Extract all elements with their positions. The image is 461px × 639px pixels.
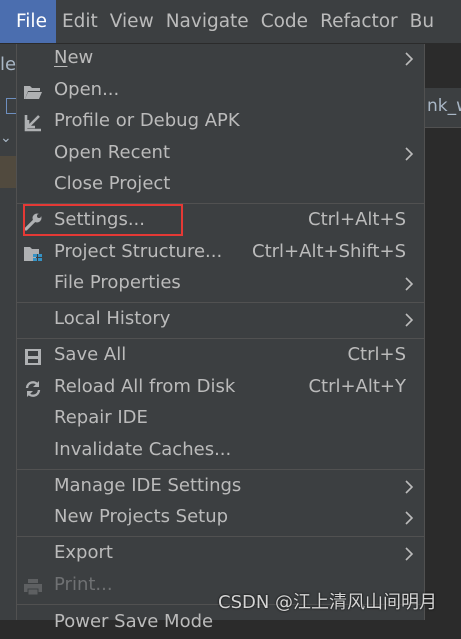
save-icon bbox=[25, 349, 41, 365]
file-menu-dropdown: New Open... Profile or Debug APK Open Re… bbox=[16, 44, 425, 632]
menu-item-label: New Projects Setup bbox=[54, 506, 229, 527]
menu-item-open-recent[interactable]: Open Recent bbox=[17, 139, 424, 170]
menu-code[interactable]: Code bbox=[255, 0, 314, 43]
editor-area bbox=[425, 44, 461, 620]
menu-item-repair-ide[interactable]: Repair IDE bbox=[17, 404, 424, 435]
menu-item-new[interactable]: New bbox=[17, 44, 424, 75]
menu-item-label: Open Recent bbox=[54, 142, 171, 163]
menu-item-local-history[interactable]: Local History bbox=[17, 305, 424, 336]
menu-item-label: Reload All from Disk bbox=[54, 376, 236, 397]
submenu-arrow-icon bbox=[405, 313, 414, 327]
project-panel-text: le bbox=[0, 54, 17, 75]
submenu-arrow-icon bbox=[405, 52, 414, 66]
editor-tab-label[interactable]: nk_w bbox=[427, 96, 461, 116]
chevron-down-icon: ⌄ bbox=[0, 130, 12, 146]
menu-navigate[interactable]: Navigate bbox=[160, 0, 255, 43]
menu-item-close-project[interactable]: Close Project bbox=[17, 170, 424, 201]
submenu-arrow-icon bbox=[405, 547, 414, 561]
menu-item-label: Power Save Mode bbox=[54, 611, 214, 632]
menu-item-manage-ide-settings[interactable]: Manage IDE Settings bbox=[17, 472, 424, 503]
menu-item-invalidate-caches[interactable]: Invalidate Caches... bbox=[17, 436, 424, 467]
menu-item-label: Save All bbox=[54, 344, 127, 365]
menu-item-open[interactable]: Open... bbox=[17, 76, 424, 107]
menu-item-label: Close Project bbox=[54, 173, 171, 194]
printer-icon bbox=[24, 579, 42, 596]
menu-separator bbox=[17, 469, 424, 470]
menu-item-profile-debug-apk[interactable]: Profile or Debug APK bbox=[17, 107, 424, 138]
watermark: CSDN @江上清风山间明月 bbox=[218, 592, 438, 613]
menu-item-label: Invalidate Caches... bbox=[54, 439, 232, 460]
import-arrow-icon bbox=[24, 115, 41, 132]
submenu-arrow-icon bbox=[405, 277, 414, 291]
menu-item-export[interactable]: Export bbox=[17, 539, 424, 570]
menu-separator bbox=[17, 302, 424, 303]
menu-view[interactable]: View bbox=[104, 0, 160, 43]
selected-tree-row bbox=[0, 156, 16, 188]
menu-separator bbox=[17, 536, 424, 537]
menu-item-project-structure[interactable]: Project Structure... Ctrl+Alt+Shift+S bbox=[17, 238, 424, 269]
menu-item-label: Open... bbox=[54, 79, 120, 100]
folder-open-icon bbox=[24, 86, 42, 99]
menu-edit[interactable]: Edit bbox=[56, 0, 104, 43]
menu-item-shortcut: Ctrl+S bbox=[347, 344, 406, 365]
menu-item-label: Profile or Debug APK bbox=[54, 110, 240, 131]
menu-item-label: Project Structure... bbox=[54, 241, 223, 262]
menu-item-save-all[interactable]: Save All Ctrl+S bbox=[17, 341, 424, 372]
menu-file[interactable]: File bbox=[0, 0, 56, 43]
menu-item-label: Export bbox=[54, 542, 113, 563]
menu-item-label: Print... bbox=[54, 574, 113, 595]
menu-item-file-properties[interactable]: File Properties bbox=[17, 269, 424, 300]
reload-icon bbox=[25, 381, 41, 397]
editor-tab-divider bbox=[425, 127, 461, 128]
menu-separator bbox=[17, 338, 424, 339]
submenu-arrow-icon bbox=[405, 480, 414, 494]
menu-item-label: Manage IDE Settings bbox=[54, 475, 242, 496]
menu-item-reload-all[interactable]: Reload All from Disk Ctrl+Alt+Y bbox=[17, 373, 424, 404]
menu-item-label: Local History bbox=[54, 308, 171, 329]
menu-bar: File Edit View Navigate Code Refactor Bu bbox=[0, 0, 461, 44]
submenu-arrow-icon bbox=[405, 147, 414, 161]
menu-item-new-projects-setup[interactable]: New Projects Setup bbox=[17, 503, 424, 534]
menu-item-label: Repair IDE bbox=[54, 407, 148, 428]
menu-item-shortcut: Ctrl+Alt+Shift+S bbox=[252, 241, 406, 262]
settings-highlight-annotation bbox=[23, 204, 183, 236]
menu-item-shortcut: Ctrl+Alt+Y bbox=[308, 376, 406, 397]
menu-item-label: New bbox=[54, 47, 94, 68]
menu-build[interactable]: Bu bbox=[404, 0, 440, 43]
menu-item-shortcut: Ctrl+Alt+S bbox=[308, 209, 406, 230]
menu-refactor[interactable]: Refactor bbox=[314, 0, 404, 43]
submenu-arrow-icon bbox=[405, 511, 414, 525]
project-structure-icon bbox=[24, 247, 42, 261]
menu-item-label: File Properties bbox=[54, 272, 181, 293]
